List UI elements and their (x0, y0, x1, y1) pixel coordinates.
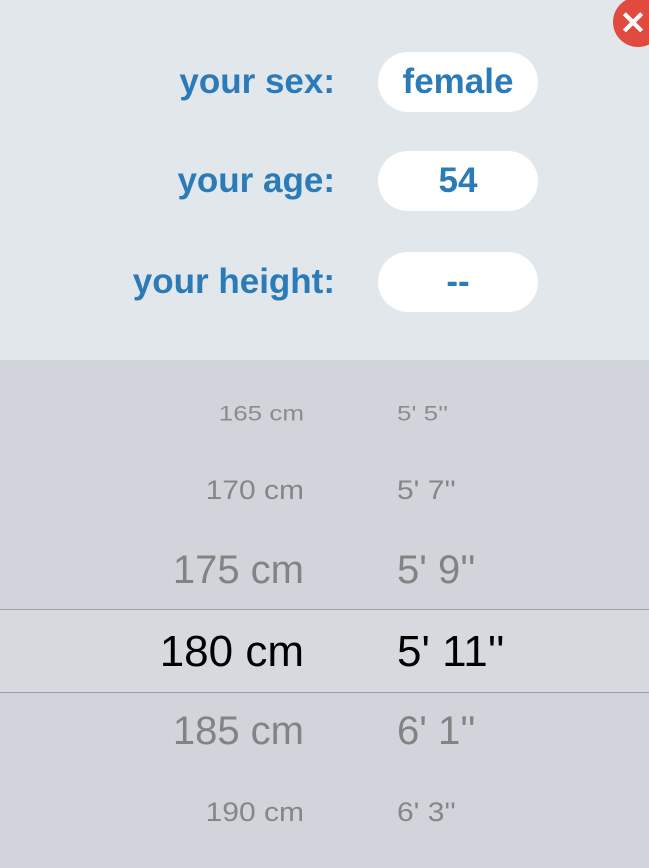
height-row: your height: -- (0, 252, 649, 312)
picker-option-cm: 175 cm (172, 548, 304, 592)
picker-option-cm: 170 cm (205, 476, 304, 506)
height-label: your height: (132, 262, 335, 301)
age-row: your age: 54 (0, 151, 649, 211)
sex-field[interactable]: female (378, 52, 538, 112)
picker-option-cm: 190 cm (205, 798, 304, 828)
picker-option-ft: 6' 1'' (397, 709, 476, 753)
age-label: your age: (177, 161, 335, 200)
sex-label: your sex: (179, 62, 335, 101)
close-icon: ✕ (619, 5, 647, 41)
picker-option-ft: 5' 7'' (397, 476, 456, 506)
height-field[interactable]: -- (378, 252, 538, 312)
picker-option-ft: 5' 5'' (397, 401, 449, 426)
picker-selection-band (0, 610, 649, 692)
picker-selection-bottom-line (0, 692, 649, 693)
sex-row: your sex: female (0, 52, 649, 112)
picker-option-cm: 185 cm (172, 709, 304, 753)
profile-form: ✕ your sex: female your age: 54 your hei… (0, 0, 649, 360)
picker-option-ft: 5' 11'' (397, 627, 505, 676)
picker-option-ft: 6' 3'' (397, 798, 456, 828)
picker-option-ft: 5' 9'' (397, 548, 476, 592)
picker-option-cm: 180 cm (159, 627, 304, 676)
close-button[interactable]: ✕ (613, 0, 649, 47)
height-picker[interactable]: 165 cm 5' 5'' 170 cm 5' 7'' 175 cm 5' 9'… (0, 360, 649, 868)
picker-selection-top-line (0, 609, 649, 610)
age-field[interactable]: 54 (378, 151, 538, 211)
picker-option-cm: 165 cm (218, 401, 304, 426)
